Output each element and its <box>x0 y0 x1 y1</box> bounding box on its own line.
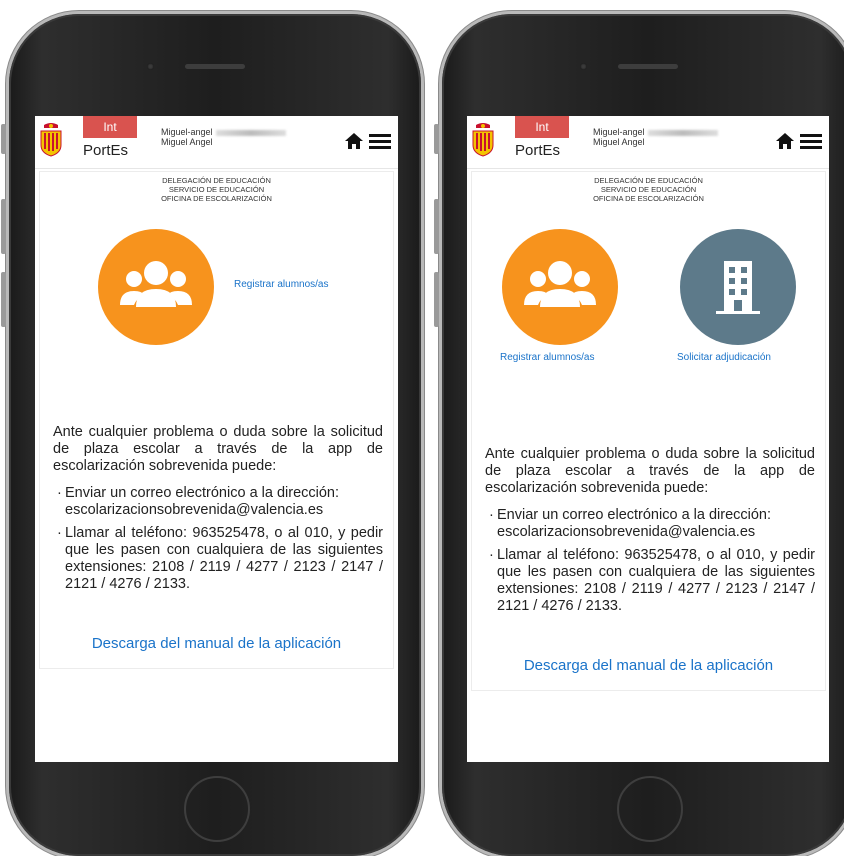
help-intro: Ante cualquier problema o duda sobre la … <box>53 424 383 474</box>
phone-item: Llamar al teléfono: 963525478, o al 010,… <box>53 525 383 593</box>
register-students-link[interactable]: Registrar alumnos/as <box>500 352 594 363</box>
mute-switch <box>434 124 439 154</box>
environment-badge: Int <box>515 116 569 138</box>
request-assignment-button[interactable] <box>680 229 796 345</box>
department-line-3: OFICINA DE ESCOLARIZACIÓN <box>593 194 704 203</box>
earpiece-speaker <box>618 64 678 69</box>
register-students-link[interactable]: Registrar alumnos/as <box>234 279 328 290</box>
user-line-1: Miguel-angel <box>161 127 213 137</box>
hamburger-menu-icon[interactable] <box>800 134 822 150</box>
register-students-button[interactable] <box>502 229 618 345</box>
request-assignment-link[interactable]: Solicitar adjudicación <box>677 352 771 363</box>
phone-item: Llamar al teléfono: 963525478, o al 010,… <box>485 547 815 615</box>
group-users-icon <box>524 261 596 307</box>
download-manual-link[interactable]: Descarga del manual de la aplicación <box>40 635 393 652</box>
volume-down-button <box>434 272 439 327</box>
redacted-text <box>647 129 718 136</box>
mute-switch <box>1 124 6 154</box>
redacted-text <box>215 129 286 136</box>
register-students-button[interactable] <box>98 229 214 345</box>
department-heading: DELEGACIÓN DE EDUCACIÓN SERVICIO DE EDUC… <box>40 176 393 203</box>
email-address: escolarizacionsobrevenida@valencia.es <box>497 524 756 540</box>
front-camera <box>580 63 587 70</box>
user-line-2: Miguel Angel <box>593 137 645 147</box>
user-line-2: Miguel Angel <box>161 137 213 147</box>
app-header: Int PortEs Miguel-angel Miguel Angel <box>35 116 398 169</box>
phone-mockup-right: Int PortEs Miguel-angel Miguel Angel DEL… <box>434 14 844 856</box>
city-crest-icon <box>472 123 494 157</box>
help-text: Ante cualquier problema o duda sobre la … <box>53 424 383 593</box>
home-icon[interactable] <box>775 132 795 150</box>
city-crest-icon <box>40 123 62 157</box>
download-manual-link[interactable]: Descarga del manual de la aplicación <box>472 657 825 674</box>
email-item: Enviar un correo electrónico a la direcc… <box>485 507 815 541</box>
home-button <box>617 776 683 842</box>
app-screen: Int PortEs Miguel-angel Miguel Angel DEL… <box>467 116 829 762</box>
app-header: Int PortEs Miguel-angel Miguel Angel <box>467 116 829 169</box>
volume-up-button <box>1 199 6 254</box>
email-item-text: Enviar un correo electrónico a la direcc… <box>65 485 340 501</box>
user-line-1: Miguel-angel <box>593 127 645 137</box>
home-icon[interactable] <box>344 132 364 150</box>
phone-mockup-left: Int PortEs Miguel-angel Miguel Angel DEL… <box>1 14 421 856</box>
hamburger-menu-icon[interactable] <box>369 134 391 150</box>
help-intro: Ante cualquier problema o duda sobre la … <box>485 446 815 496</box>
help-text: Ante cualquier problema o duda sobre la … <box>485 446 815 615</box>
building-icon <box>716 261 760 314</box>
department-line-2: SERVICIO DE EDUCACIÓN <box>600 185 697 194</box>
volume-up-button <box>434 199 439 254</box>
app-name: PortEs <box>83 142 129 159</box>
department-line-1: DELEGACIÓN DE EDUCACIÓN <box>162 176 271 185</box>
department-line-1: DELEGACIÓN DE EDUCACIÓN <box>594 176 703 185</box>
app-screen: Int PortEs Miguel-angel Miguel Angel DEL… <box>35 116 398 762</box>
main-card: DELEGACIÓN DE EDUCACIÓN SERVICIO DE EDUC… <box>39 171 394 669</box>
email-address: escolarizacionsobrevenida@valencia.es <box>65 502 324 518</box>
volume-down-button <box>1 272 6 327</box>
department-line-3: OFICINA DE ESCOLARIZACIÓN <box>161 194 272 203</box>
department-heading: DELEGACIÓN DE EDUCACIÓN SERVICIO DE EDUC… <box>472 176 825 203</box>
app-name: PortEs <box>515 142 561 159</box>
environment-badge: Int <box>83 116 137 138</box>
email-item: Enviar un correo electrónico a la direcc… <box>53 485 383 519</box>
email-item-text: Enviar un correo electrónico a la direcc… <box>497 507 772 523</box>
front-camera <box>147 63 154 70</box>
main-card: DELEGACIÓN DE EDUCACIÓN SERVICIO DE EDUC… <box>471 171 826 691</box>
earpiece-speaker <box>185 64 245 69</box>
home-button <box>184 776 250 842</box>
group-users-icon <box>120 261 192 307</box>
user-info: Miguel-angel Miguel Angel <box>593 127 718 147</box>
department-line-2: SERVICIO DE EDUCACIÓN <box>168 185 265 194</box>
user-info: Miguel-angel Miguel Angel <box>161 127 286 147</box>
